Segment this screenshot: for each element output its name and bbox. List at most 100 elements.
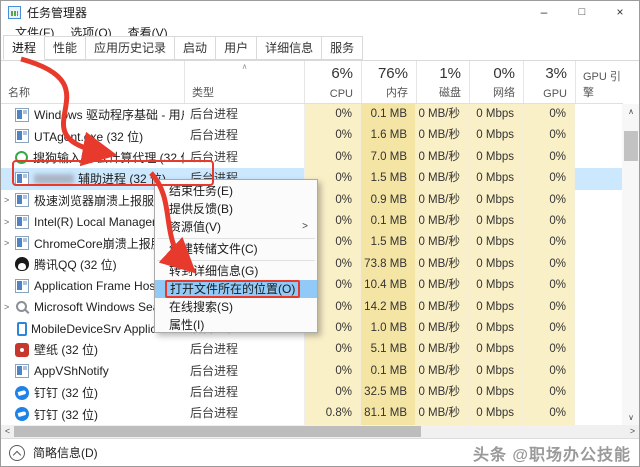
context-menu-item-create-dump-file[interactable]: 创建转储文件(C) [155, 240, 317, 258]
menu-item-label: 转到详细信息(G) [169, 264, 258, 278]
network-cell: 0 Mbps [469, 361, 523, 382]
horizontal-scrollbar[interactable]: < > [1, 425, 639, 438]
process-name: 腾讯QQ (32 位) [34, 256, 117, 273]
tab-app-history[interactable]: 应用历史记录 [85, 36, 175, 60]
fewer-details-toggle[interactable]: 简略信息(D) [33, 444, 98, 461]
tab-users[interactable]: 用户 [215, 36, 257, 60]
context-menu-item-properties[interactable]: 属性(I) [155, 316, 317, 334]
context-menu-item-provide-feedback[interactable]: 提供反馈(B) [155, 200, 317, 218]
network-cell: 0 Mbps [469, 318, 523, 339]
memory-cell: 1.5 MB [361, 232, 416, 253]
tab-processes[interactable]: 进程 [3, 35, 45, 60]
table-row[interactable]: AppVShNotify后台进程0%0.1 MB0 MB/秒0 Mbps0% [1, 361, 623, 382]
memory-cell: 0.1 MB [361, 211, 416, 232]
column-header: 名称 ∧ 类型 6% CPU 76% 内存 1% 磁盘 0% 网络 3% GPU… [1, 61, 623, 104]
column-memory[interactable]: 76% 内存 [361, 61, 416, 103]
scroll-up-icon[interactable]: ∧ [622, 104, 640, 119]
disk-cell: 0 MB/秒 [416, 190, 469, 211]
memory-cell: 1.6 MB [361, 125, 416, 146]
app-icon [15, 108, 29, 122]
dingtalk-icon [15, 386, 29, 400]
table-row[interactable]: Windows 驱动程序基础 - 用户...后台进程0%0.1 MB0 MB/秒… [1, 104, 623, 125]
phone-icon [17, 322, 27, 336]
title-bar: 任务管理器 – □ × [1, 1, 639, 23]
vertical-scroll-thumb[interactable] [624, 131, 638, 161]
gpu-engine-cell [575, 361, 623, 382]
gpu-cell: 0% [523, 403, 575, 424]
table-row[interactable]: 钉钉 (32 位)后台进程0.8%81.1 MB0 MB/秒0 Mbps0% [1, 403, 623, 424]
tab-startup[interactable]: 启动 [174, 36, 216, 60]
search-icon [15, 300, 29, 314]
context-menu-item-resource-values[interactable]: 资源值(V)> [155, 218, 317, 236]
expand-chevron-icon[interactable]: > [4, 195, 15, 205]
gpu-cell: 0% [523, 190, 575, 211]
network-cell: 0 Mbps [469, 275, 523, 296]
horizontal-scroll-thumb[interactable] [14, 426, 421, 437]
network-cell: 0 Mbps [469, 339, 523, 360]
column-name[interactable]: 名称 [1, 61, 184, 103]
name-cell: Windows 驱动程序基础 - 用户... [1, 104, 184, 125]
scroll-left-icon[interactable]: < [1, 425, 14, 438]
table-row[interactable]: 钉钉 (32 位)后台进程0%32.5 MB0 MB/秒0 Mbps0% [1, 382, 623, 403]
tab-details[interactable]: 详细信息 [256, 36, 322, 60]
tab-performance[interactable]: 性能 [44, 36, 86, 60]
task-manager-icon [8, 6, 21, 19]
context-menu-item-search-online[interactable]: 在线搜索(S) [155, 298, 317, 316]
process-name: 极速浏览器崩溃上报服务 [34, 192, 166, 209]
submenu-arrow-icon: > [302, 218, 308, 236]
network-cell: 0 Mbps [469, 403, 523, 424]
maximize-button[interactable]: □ [563, 1, 601, 23]
context-menu-item-open-file-location[interactable]: 打开文件所在的位置(O) [155, 280, 317, 298]
column-network[interactable]: 0% 网络 [469, 61, 523, 103]
expand-chevron-icon[interactable]: > [4, 217, 15, 227]
gpu-cell: 0% [523, 297, 575, 318]
disk-cell: 0 MB/秒 [416, 125, 469, 146]
type-cell: 后台进程 [184, 125, 304, 146]
column-type[interactable]: ∧ 类型 [184, 61, 304, 103]
column-gpu-engine[interactable]: GPU 引擎 [575, 61, 623, 103]
disk-cell: 0 MB/秒 [416, 254, 469, 275]
minimize-button[interactable]: – [525, 1, 563, 23]
cpu-cell: 0% [304, 147, 361, 168]
column-disk[interactable]: 1% 磁盘 [416, 61, 469, 103]
tab-services[interactable]: 服务 [321, 36, 363, 60]
gpu-cell: 0% [523, 254, 575, 275]
vertical-scrollbar[interactable]: ∧ ∨ [622, 104, 640, 425]
cpu-cell: 0% [304, 339, 361, 360]
column-cpu[interactable]: 6% CPU [304, 61, 361, 103]
expand-chevron-icon[interactable]: > [4, 238, 15, 248]
footer-bar: 简略信息(D) 头条 @职场办公技能 [1, 438, 639, 466]
column-gpu[interactable]: 3% GPU [523, 61, 575, 103]
scroll-down-icon[interactable]: ∨ [622, 410, 640, 425]
qq-icon [15, 257, 29, 271]
context-menu: 结束任务(E)提供反馈(B)资源值(V)>创建转储文件(C)转到详细信息(G)打… [154, 179, 318, 333]
annotation-box-selected-process [12, 160, 214, 186]
close-button[interactable]: × [601, 1, 639, 23]
gpu-cell: 0% [523, 125, 575, 146]
expand-chevron-icon[interactable]: > [4, 302, 15, 312]
table-row[interactable]: UTAgent.exe (32 位)后台进程0%1.6 MB0 MB/秒0 Mb… [1, 125, 623, 146]
scroll-right-icon[interactable]: > [626, 425, 639, 438]
disk-cell: 0 MB/秒 [416, 318, 469, 339]
app-icon [15, 215, 29, 229]
fewer-details-icon[interactable] [9, 445, 25, 461]
gpu-engine-cell [575, 190, 623, 211]
app-icon [15, 364, 29, 378]
memory-cell: 32.5 MB [361, 382, 416, 403]
gpu-cell: 0% [523, 168, 575, 189]
app-icon [15, 129, 29, 143]
wallpaper-icon [15, 343, 29, 357]
memory-cell: 1.5 MB [361, 168, 416, 189]
memory-cell: 0.1 MB [361, 104, 416, 125]
gpu-cell: 0% [523, 275, 575, 296]
menu-item-label: 创建转储文件(C) [169, 242, 258, 256]
gpu-cell: 0% [523, 361, 575, 382]
cpu-cell: 0% [304, 104, 361, 125]
disk-cell: 0 MB/秒 [416, 297, 469, 318]
disk-cell: 0 MB/秒 [416, 104, 469, 125]
table-row[interactable]: 壁纸 (32 位)后台进程0%5.1 MB0 MB/秒0 Mbps0% [1, 339, 623, 360]
gpu-engine-cell [575, 297, 623, 318]
gpu-engine-cell [575, 403, 623, 424]
process-name: UTAgent.exe (32 位) [34, 128, 143, 145]
context-menu-item-go-to-details[interactable]: 转到详细信息(G) [155, 262, 317, 280]
